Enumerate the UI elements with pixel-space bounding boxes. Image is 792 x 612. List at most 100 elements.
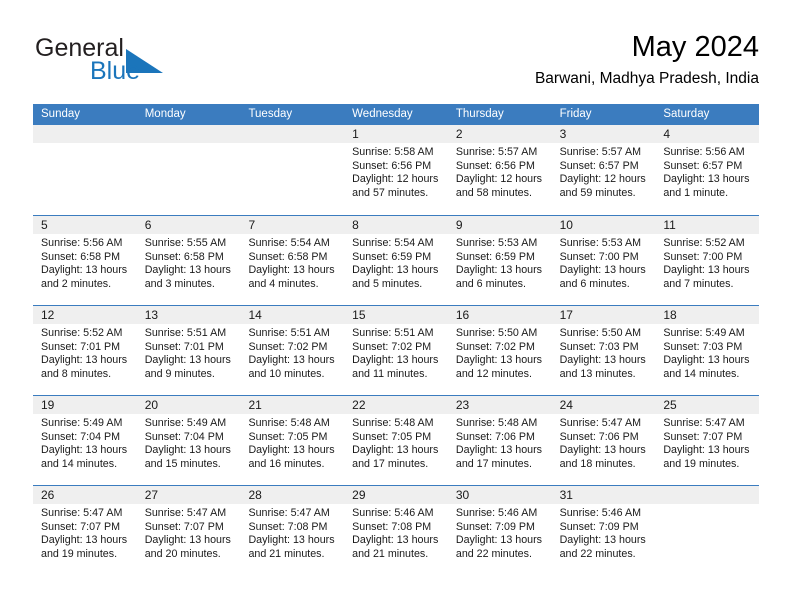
day-detail-line: Daylight: 13 hours [144,534,231,547]
day-cell-7[interactable]: 7 Sunrise: 5:54 AM Sunset: 6:58 PM Daylight… [240,216,345,305]
day-cell-5[interactable]: 5 Sunrise: 5:56 AM Sunset: 6:58 PM Daylight… [33,216,137,305]
day-number-bar: 16 [447,306,552,324]
day-detail-line: Daylight: 12 hours [352,173,439,186]
day-detail-line: Daylight: 13 hours [248,534,335,547]
day-details: Sunrise: 5:57 AM Sunset: 6:56 PM Daylight:… [448,143,552,200]
day-cell-31[interactable]: 31 Sunrise: 5:46 AM Sunset: 7:09 PM Dayligh… [551,486,656,575]
day-detail-line: Daylight: 13 hours [352,444,439,457]
day-detail-line: and 6 minutes. [455,277,526,290]
day-details: Sunrise: 5:51 AM Sunset: 7:02 PM Daylight:… [240,324,344,381]
day-cell-25[interactable]: 25 Sunrise: 5:47 AM Sunset: 7:07 PM Dayligh… [655,396,760,485]
day-detail-line: Daylight: 13 hours [455,534,543,547]
day-cell-12[interactable]: 12 Sunrise: 5:52 AM Sunset: 7:01 PM Dayligh… [33,306,137,395]
day-detail-line: Daylight: 13 hours [41,534,128,547]
day-number-bar: 18 [655,306,760,324]
day-cell-2[interactable]: 2 Sunrise: 5:57 AM Sunset: 6:56 PM Daylight… [447,125,552,215]
day-detail-line: Daylight: 13 hours [41,354,128,367]
day-cell-3[interactable]: 3 Sunrise: 5:57 AM Sunset: 6:57 PM Daylight… [551,125,656,215]
day-detail-line: Daylight: 13 hours [559,444,646,457]
day-detail-line: and 11 minutes. [352,367,428,380]
day-detail-line: and 19 minutes. [41,547,118,560]
day-cell-26[interactable]: 26 Sunrise: 5:47 AM Sunset: 7:07 PM Dayligh… [33,486,137,575]
day-detail-line: Sunset: 7:01 PM [41,340,121,353]
day-number-bar: 3 [551,125,656,143]
brand-logo[interactable]: General Blue [33,36,243,94]
day-number-bar: 15 [344,306,448,324]
day-cell-27[interactable]: 27 Sunrise: 5:47 AM Sunset: 7:07 PM Dayligh… [136,486,241,575]
day-cell-8[interactable]: 8 Sunrise: 5:54 AM Sunset: 6:59 PM Daylight… [344,216,448,305]
day-number-bar: 1 [344,125,448,143]
weekday-header-sunday: Sunday [41,108,81,120]
day-number: 4 [663,127,670,141]
day-detail-line: and 3 minutes. [144,277,215,290]
day-detail-line: and 17 minutes. [455,457,532,470]
day-detail-line: Sunrise: 5:49 AM [144,417,227,429]
day-number-bar: 26 [33,486,137,504]
day-detail-line: Sunrise: 5:51 AM [144,327,227,339]
day-detail-line: and 1 minute. [663,186,729,199]
day-details: Sunrise: 5:57 AM Sunset: 6:57 PM Daylight:… [552,143,656,200]
day-cell-22[interactable]: 22 Sunrise: 5:48 AM Sunset: 7:05 PM Dayligh… [344,396,448,485]
day-detail-line: Daylight: 13 hours [352,534,439,547]
day-number-bar: 2 [447,125,552,143]
day-cell-21[interactable]: 21 Sunrise: 5:48 AM Sunset: 7:05 PM Dayligh… [240,396,345,485]
day-detail-line: Daylight: 12 hours [559,173,646,186]
day-cell-30[interactable]: 30 Sunrise: 5:46 AM Sunset: 7:09 PM Dayligh… [447,486,552,575]
day-number-bar: 10 [551,216,656,234]
day-cell-19[interactable]: 19 Sunrise: 5:49 AM Sunset: 7:04 PM Dayligh… [33,396,137,485]
day-details: Sunrise: 5:46 AM Sunset: 7:09 PM Daylight:… [552,504,656,561]
day-detail-line: Sunrise: 5:53 AM [559,237,641,249]
day-number-bar [240,125,345,143]
day-detail-line: Sunrise: 5:52 AM [41,327,123,339]
day-detail-line: Daylight: 13 hours [455,444,543,457]
day-detail-line: Sunrise: 5:49 AM [663,327,745,339]
day-detail-line: Sunset: 7:01 PM [144,340,224,353]
day-detail-line: Daylight: 13 hours [248,264,335,277]
day-cell-10[interactable]: 10 Sunrise: 5:53 AM Sunset: 7:00 PM Dayligh… [551,216,656,305]
day-number-bar: 4 [655,125,760,143]
day-cell-14[interactable]: 14 Sunrise: 5:51 AM Sunset: 7:02 PM Dayligh… [240,306,345,395]
day-number-bar: 20 [136,396,241,414]
day-cell-15[interactable]: 15 Sunrise: 5:51 AM Sunset: 7:02 PM Dayligh… [344,306,448,395]
day-details: Sunrise: 5:50 AM Sunset: 7:02 PM Daylight:… [448,324,552,381]
day-detail-line: Sunrise: 5:50 AM [559,327,641,339]
day-cell-18[interactable]: 18 Sunrise: 5:49 AM Sunset: 7:03 PM Dayligh… [655,306,760,395]
day-detail-line: Sunrise: 5:47 AM [663,417,745,429]
day-cell-16[interactable]: 16 Sunrise: 5:50 AM Sunset: 7:02 PM Dayligh… [447,306,552,395]
day-cell-20[interactable]: 20 Sunrise: 5:49 AM Sunset: 7:04 PM Dayligh… [136,396,241,485]
day-cell-9[interactable]: 9 Sunrise: 5:53 AM Sunset: 6:59 PM Daylight… [447,216,552,305]
day-number: 6 [144,218,152,232]
day-detail-line: Sunset: 7:02 PM [455,340,535,353]
day-cell-13[interactable]: 13 Sunrise: 5:51 AM Sunset: 7:01 PM Dayligh… [136,306,241,395]
day-detail-line: Sunrise: 5:46 AM [352,507,434,519]
day-details: Sunrise: 5:52 AM Sunset: 7:01 PM Daylight:… [33,324,137,381]
day-cell-11[interactable]: 11 Sunrise: 5:52 AM Sunset: 7:00 PM Dayligh… [655,216,760,305]
day-details [33,143,137,146]
day-detail-line: Sunset: 6:57 PM [663,159,743,172]
day-number-bar: 27 [136,486,241,504]
day-cell-17[interactable]: 17 Sunrise: 5:50 AM Sunset: 7:03 PM Dayligh… [551,306,656,395]
day-number-bar: 13 [136,306,241,324]
day-cell-1[interactable]: 1 Sunrise: 5:58 AM Sunset: 6:56 PM Daylight… [344,125,448,215]
brand-name-blue: Blue [90,57,141,85]
day-detail-line: Sunset: 7:02 PM [352,340,432,353]
day-cell-empty [240,125,345,215]
day-cell-6[interactable]: 6 Sunrise: 5:55 AM Sunset: 6:58 PM Daylight… [136,216,241,305]
day-detail-line: and 7 minutes. [663,277,734,290]
day-detail-line: Sunset: 7:09 PM [455,520,535,533]
day-cell-23[interactable]: 23 Sunrise: 5:48 AM Sunset: 7:06 PM Dayligh… [447,396,552,485]
day-cell-28[interactable]: 28 Sunrise: 5:47 AM Sunset: 7:08 PM Dayligh… [240,486,345,575]
day-detail-line: Sunrise: 5:54 AM [352,237,434,249]
day-cell-24[interactable]: 24 Sunrise: 5:47 AM Sunset: 7:06 PM Dayligh… [551,396,656,485]
day-detail-line: Daylight: 13 hours [144,264,231,277]
weekday-header-thursday: Thursday [455,108,504,120]
day-cell-29[interactable]: 29 Sunrise: 5:46 AM Sunset: 7:08 PM Dayligh… [344,486,448,575]
weekday-header-saturday: Saturday [663,108,710,120]
day-details: Sunrise: 5:47 AM Sunset: 7:07 PM Daylight:… [33,504,137,561]
day-detail-line: Sunset: 6:58 PM [41,250,121,263]
day-cell-empty [655,486,760,575]
day-detail-line: Sunrise: 5:53 AM [455,237,538,249]
day-number: 17 [559,308,573,322]
day-detail-line: Daylight: 13 hours [455,264,543,277]
day-cell-4[interactable]: 4 Sunrise: 5:56 AM Sunset: 6:57 PM Daylight… [655,125,760,215]
